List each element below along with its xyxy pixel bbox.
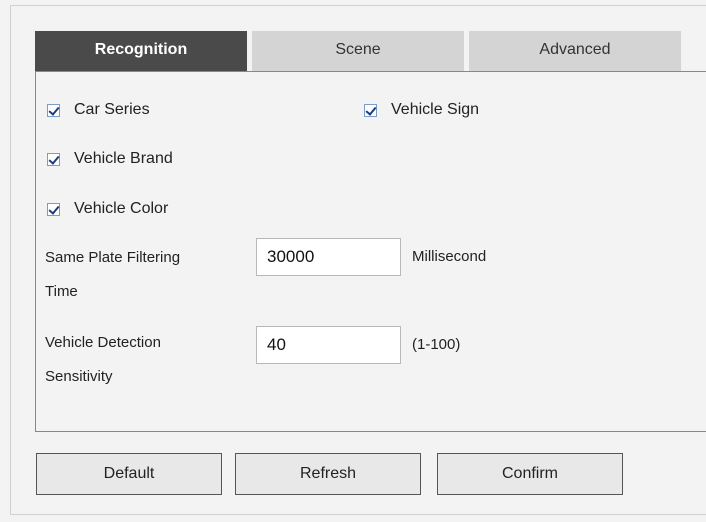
plate-filter-unit: Millisecond bbox=[412, 248, 487, 265]
vehicle-sign-option[interactable]: Vehicle Sign bbox=[364, 101, 479, 119]
default-button[interactable]: Default bbox=[36, 453, 222, 495]
sensitivity-input[interactable]: 40 bbox=[256, 326, 401, 364]
plate-filter-label-line2: Time bbox=[45, 283, 78, 300]
tab-advanced[interactable]: Advanced bbox=[469, 31, 681, 71]
tab-recognition[interactable]: Recognition bbox=[35, 31, 247, 71]
plate-filter-label: Same Plate Filtering Time bbox=[45, 241, 250, 309]
vehicle-sign-label: Vehicle Sign bbox=[391, 101, 480, 118]
sensitivity-label-line2: Sensitivity bbox=[45, 368, 113, 385]
plate-filter-input[interactable]: 30000 bbox=[256, 238, 401, 276]
sensitivity-label: Vehicle Detection Sensitivity bbox=[45, 326, 250, 394]
vehicle-color-checkbox[interactable] bbox=[47, 202, 60, 216]
sensitivity-range: (1-100) bbox=[412, 336, 461, 353]
vehicle-brand-option[interactable]: Vehicle Brand bbox=[47, 150, 173, 168]
vehicle-sign-checkbox[interactable] bbox=[364, 103, 377, 117]
car-series-option[interactable]: Car Series bbox=[47, 101, 150, 119]
vehicle-brand-label: Vehicle Brand bbox=[74, 150, 173, 167]
car-series-label: Car Series bbox=[74, 101, 150, 118]
tab-scene[interactable]: Scene bbox=[252, 31, 464, 71]
plate-filter-label-line1: Same Plate Filtering bbox=[45, 249, 181, 266]
vehicle-color-label: Vehicle Color bbox=[74, 200, 169, 217]
car-series-checkbox[interactable] bbox=[47, 103, 60, 117]
refresh-button[interactable]: Refresh bbox=[235, 453, 421, 495]
sensitivity-label-line1: Vehicle Detection bbox=[45, 334, 161, 351]
vehicle-brand-checkbox[interactable] bbox=[47, 152, 60, 166]
confirm-button[interactable]: Confirm bbox=[437, 453, 623, 495]
vehicle-color-option[interactable]: Vehicle Color bbox=[47, 200, 168, 218]
